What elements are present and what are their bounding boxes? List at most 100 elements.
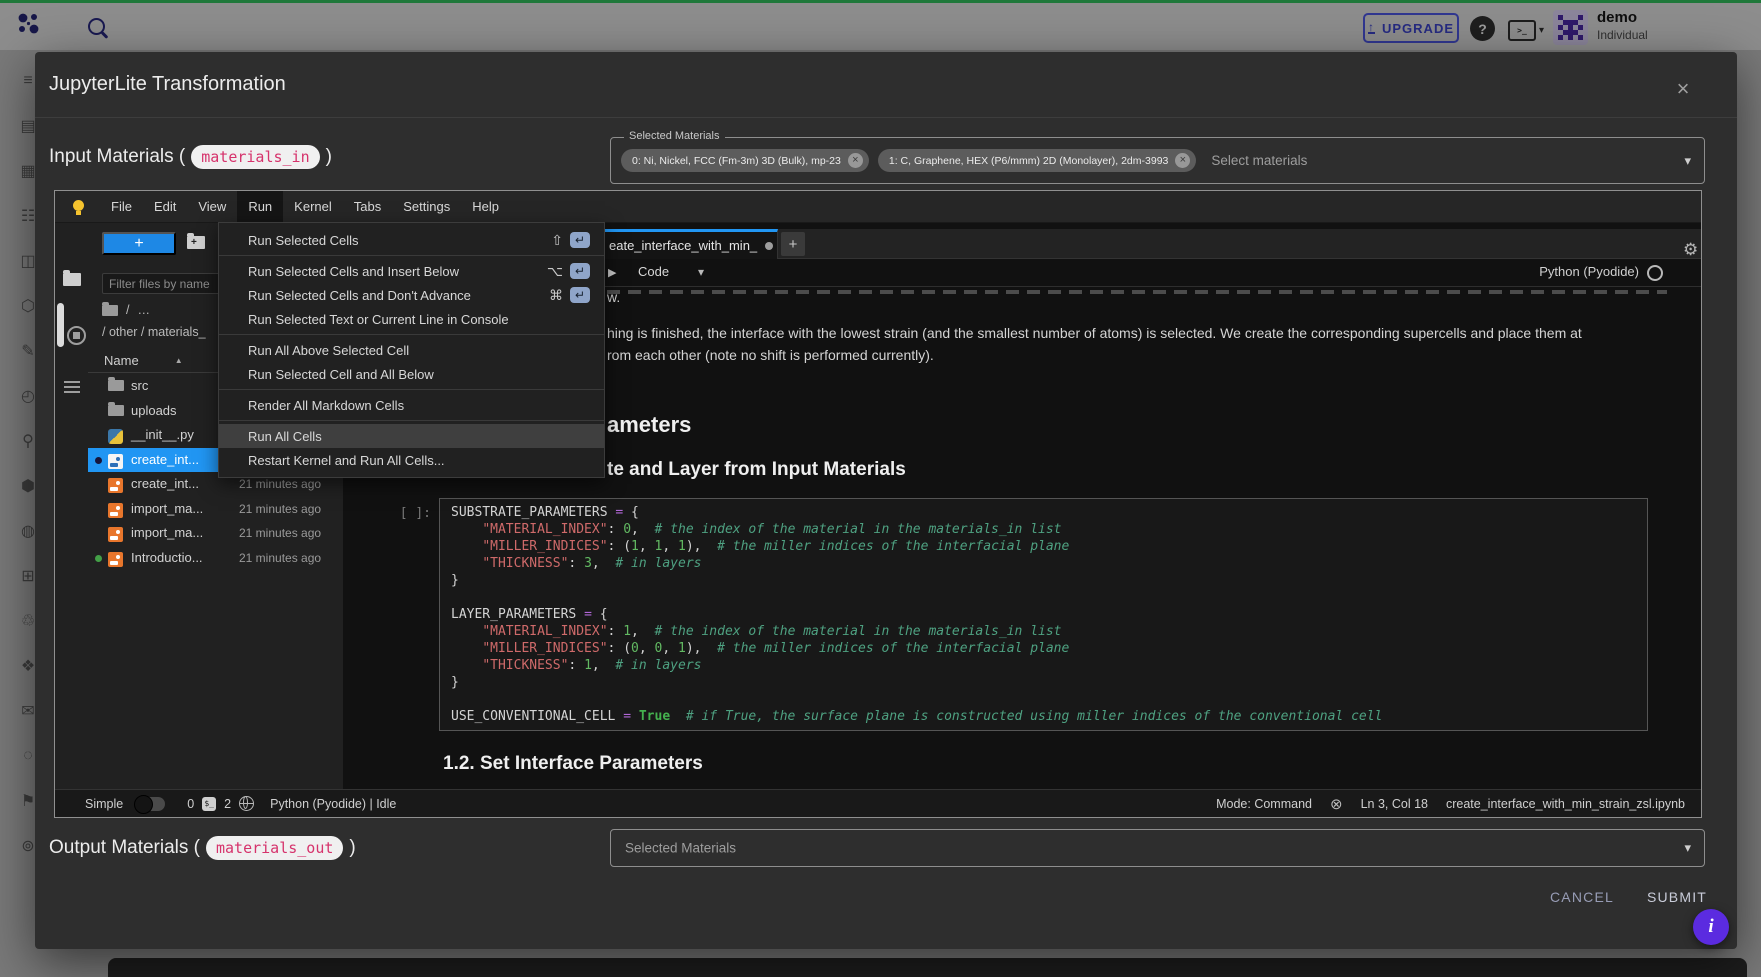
terminals-count[interactable]: 0 <box>187 797 194 811</box>
cancel-button[interactable]: CANCEL <box>1540 884 1624 910</box>
run-menu-item[interactable]: Run All Above Selected Cell <box>219 338 604 362</box>
menu-item-label: Run Selected Text or Current Line in Con… <box>248 312 509 327</box>
menubar-item-help[interactable]: Help <box>461 191 510 222</box>
dropdown-caret-icon[interactable]: ▾ <box>1684 153 1691 169</box>
menu-item-label: Run All Cells <box>248 429 322 444</box>
breadcrumb-root[interactable]: / <box>126 303 129 317</box>
table-of-contents-icon[interactable] <box>64 381 80 393</box>
menu-shortcut: ⇧↵ <box>551 232 590 249</box>
menu-shortcut: ⌥↵ <box>547 263 590 280</box>
materials-out-code-chip: materials_out <box>206 836 343 860</box>
output-label-text: Output Materials ( <box>49 837 200 859</box>
menubar-item-settings[interactable]: Settings <box>392 191 461 222</box>
dropdown-caret-icon[interactable]: ▾ <box>1684 840 1691 856</box>
menu-item-label: Run Selected Cells and Insert Below <box>248 264 459 279</box>
jupyter-statusbar: Simple 0 $_ 2 Python (Pyodide) | Idle Mo… <box>55 789 1701 817</box>
close-icon[interactable]: × <box>1668 74 1698 104</box>
file-row[interactable]: Introductio...21 minutes ago <box>88 546 343 571</box>
simple-mode-toggle[interactable] <box>135 797 165 811</box>
kernel-status-text: Python (Pyodide) | Idle <box>270 797 396 811</box>
file-name: uploads <box>131 403 177 418</box>
menubar-item-file[interactable]: File <box>100 191 143 222</box>
run-menu: Run Selected Cells⇧↵Run Selected Cells a… <box>218 222 605 478</box>
menu-separator <box>219 420 604 421</box>
new-launcher-button[interactable]: + <box>102 232 176 255</box>
kernels-count[interactable]: 2 <box>224 797 231 811</box>
section-heading-fragment: ameters <box>607 412 691 438</box>
notebook-icon <box>108 552 123 567</box>
menubar-item-tabs[interactable]: Tabs <box>343 191 392 222</box>
notebook-icon <box>108 503 123 518</box>
run-menu-item[interactable]: Run Selected Cells and Don't Advance⌘↵ <box>219 283 604 307</box>
breadcrumb-path[interactable]: / other / materials_ <box>102 325 206 339</box>
jupyter-menubar-items: FileEditViewRunKernelTabsSettingsHelp <box>100 191 510 222</box>
material-chip[interactable]: 0: Ni, Nickel, FCC (Fm-3m) 3D (Bulk), mp… <box>621 149 869 172</box>
kernel-status-dot <box>95 555 102 562</box>
output-placeholder: Selected Materials <box>625 841 736 856</box>
subsection-heading-fragment: te and Layer from Input Materials <box>607 459 906 481</box>
file-name: import_ma... <box>131 525 203 540</box>
cell-type-dropdown[interactable]: Code <box>638 264 669 279</box>
file-name: Introductio... <box>131 550 203 565</box>
run-menu-item[interactable]: Render All Markdown Cells <box>219 393 604 417</box>
file-name: src <box>131 378 148 393</box>
code-line: "MILLER_INDICES": (0, 0, 1), # the mille… <box>451 640 1382 657</box>
screen: ↑ UPGRADE ? >_ ▾ demo Individual ≡▤▦☷◫⬡✎… <box>0 0 1761 977</box>
run-cell-icon[interactable]: ▶ <box>608 266 616 279</box>
new-tab-button[interactable]: + <box>781 232 805 256</box>
running-sessions-icon[interactable] <box>67 326 86 345</box>
run-menu-item[interactable]: Run All Cells <box>219 424 604 448</box>
code-line <box>451 691 1382 708</box>
run-menu-item[interactable]: Run Selected Cells and Insert Below ⌥↵ <box>219 259 604 283</box>
code-line <box>451 589 1382 606</box>
selected-materials-chips: 0: Ni, Nickel, FCC (Fm-3m) 3D (Bulk), mp… <box>611 138 1670 183</box>
menubar-item-kernel[interactable]: Kernel <box>283 191 343 222</box>
return-key-icon: ↵ <box>570 287 590 303</box>
menu-item-label: Run All Above Selected Cell <box>248 343 409 358</box>
terminal-icon: $_ <box>202 797 216 811</box>
shift-key-icon: ⇧ <box>551 232 563 249</box>
breadcrumb[interactable]: / … <box>102 303 150 317</box>
breadcrumb-ellipsis[interactable]: … <box>137 303 150 317</box>
input-label-suffix: ) <box>326 146 332 168</box>
lightbulb-icon[interactable] <box>73 200 84 211</box>
jupyter-menubar: FileEditViewRunKernelTabsSettingsHelp <box>55 191 1701 223</box>
file-browser-icon[interactable] <box>63 273 81 286</box>
run-menu-item[interactable]: Run Selected Cells ⇧↵ <box>219 228 604 252</box>
menu-item-label: Run Selected Cells <box>248 233 359 248</box>
code-line: "THICKNESS": 1, # in layers <box>451 657 1382 674</box>
menu-separator <box>219 389 604 390</box>
chip-remove-icon[interactable]: × <box>848 153 863 168</box>
cell-type-caret-icon[interactable]: ▾ <box>698 265 704 279</box>
menubar-item-edit[interactable]: Edit <box>143 191 187 222</box>
file-name: import_ma... <box>131 501 203 516</box>
file-row[interactable]: import_ma...21 minutes ago <box>88 521 343 546</box>
new-folder-icon[interactable]: + <box>187 236 205 254</box>
python-icon <box>108 429 123 444</box>
kernels-icon <box>239 796 254 811</box>
gear-icon[interactable]: ⚙ <box>1683 240 1698 260</box>
run-menu-item[interactable]: Run Selected Text or Current Line in Con… <box>219 307 604 331</box>
folder-icon <box>102 305 118 316</box>
run-menu-item[interactable]: Restart Kernel and Run All Cells... <box>219 448 604 472</box>
menubar-item-run[interactable]: Run <box>237 191 283 222</box>
output-materials-field[interactable]: Selected Materials ▾ <box>610 829 1705 867</box>
kernel-status-icon[interactable] <box>1647 265 1663 281</box>
menu-shortcut: ⌘↵ <box>549 287 590 304</box>
code-lines: SUBSTRATE_PARAMETERS = { "MATERIAL_INDEX… <box>451 504 1382 725</box>
file-row[interactable]: import_ma...21 minutes ago <box>88 497 343 522</box>
submit-button[interactable]: SUBMIT <box>1634 884 1720 910</box>
info-fab[interactable]: i <box>1693 909 1729 945</box>
cursor-position[interactable]: Ln 3, Col 18 <box>1361 797 1428 811</box>
trust-icon: ⊗ <box>1330 795 1343 813</box>
run-menu-item[interactable]: Run Selected Cell and All Below <box>219 362 604 386</box>
selected-materials-field[interactable]: Selected Materials 0: Ni, Nickel, FCC (F… <box>610 137 1705 184</box>
menubar-item-view[interactable]: View <box>187 191 237 222</box>
menu-item-label: Run Selected Cells and Don't Advance <box>248 288 471 303</box>
kernel-name[interactable]: Python (Pyodide) <box>1539 264 1639 279</box>
material-chip[interactable]: 1: C, Graphene, HEX (P6/mmm) 2D (Monolay… <box>878 149 1197 172</box>
cmd-key-icon: ⌘ <box>549 287 563 304</box>
name-column-header[interactable]: Name <box>104 353 139 368</box>
sort-asc-icon: ▲ <box>175 356 183 365</box>
chip-remove-icon[interactable]: × <box>1175 153 1190 168</box>
